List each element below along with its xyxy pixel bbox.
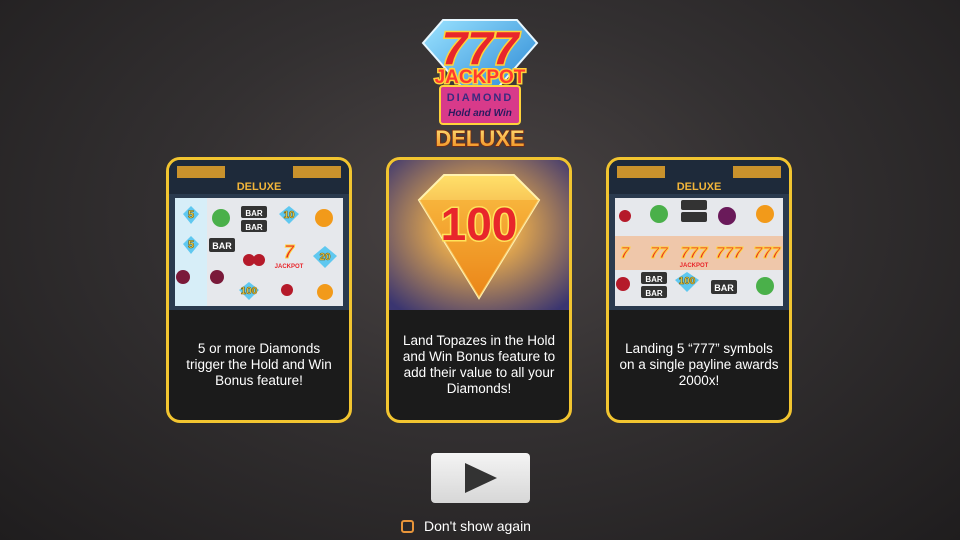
diamond-value: 5: [188, 239, 194, 251]
bar-symbol: BAR: [714, 283, 734, 293]
reels-image: DELUXE 5 5 BAR BAR BAR 100 10 7 JACKPOT: [169, 160, 349, 310]
play-icon: [464, 463, 497, 493]
topaz-image: 100: [389, 160, 569, 310]
checkbox-box[interactable]: [401, 519, 414, 533]
svg-text:777: 777: [681, 245, 709, 262]
feature-caption: Landing 5 “777” symbols on a single payl…: [619, 341, 779, 388]
bar-symbol: BAR: [212, 241, 232, 251]
svg-text:777: 777: [754, 245, 782, 262]
svg-text:777: 777: [716, 245, 744, 262]
mini-logo: DELUXE: [677, 181, 722, 193]
svg-text:77: 77: [650, 245, 669, 262]
topaz-value: 100: [441, 198, 518, 250]
svg-text:7: 7: [621, 245, 631, 262]
logo-jackpot: JACKPOT: [435, 67, 526, 88]
dont-show-again-label: Don't show again: [424, 518, 531, 534]
feature-card-diamonds: DELUXE 5 5 BAR BAR BAR 100 10 7 JACKPOT: [166, 157, 352, 423]
logo-hold-and-win: Hold and Win: [448, 108, 512, 119]
diamond-value: 10: [283, 210, 295, 221]
diamond-value: 5: [188, 209, 194, 221]
dont-show-again-checkbox[interactable]: Don't show again: [401, 517, 531, 535]
game-logo: 777 JACKPOT DIAMOND Hold and Win DELUXE: [413, 8, 547, 154]
mini-logo: DELUXE: [237, 181, 282, 193]
feature-card-777: DELUXE 7 77 777 777 777 JACKPOT BAR BAR …: [606, 157, 792, 423]
bar-symbol: BAR: [645, 275, 663, 284]
diamond-value: 100: [241, 286, 258, 297]
diamond-value: 20: [319, 252, 331, 263]
logo-deluxe: DELUXE: [435, 126, 524, 151]
jackpot-label: JACKPOT: [680, 263, 709, 269]
svg-text:7: 7: [284, 242, 295, 262]
logo-diamond: DIAMOND: [447, 92, 514, 104]
bar-symbol: BAR: [245, 209, 263, 218]
play-button[interactable]: [431, 453, 530, 503]
feature-caption: 5 or more Diamonds trigger the Hold and …: [186, 341, 332, 388]
reels-image: DELUXE 7 77 777 777 777 JACKPOT BAR BAR …: [609, 160, 789, 310]
feature-card-topaz: 100 Land Topazes in the Hold and Win Bon…: [386, 157, 572, 423]
bar-symbol: BAR: [645, 289, 663, 298]
diamond-value: 100: [679, 276, 696, 287]
bar-symbol: BAR: [245, 223, 263, 232]
jackpot-label: JACKPOT: [275, 264, 304, 270]
feature-caption: Land Topazes in the Hold and Win Bonus f…: [402, 333, 556, 396]
